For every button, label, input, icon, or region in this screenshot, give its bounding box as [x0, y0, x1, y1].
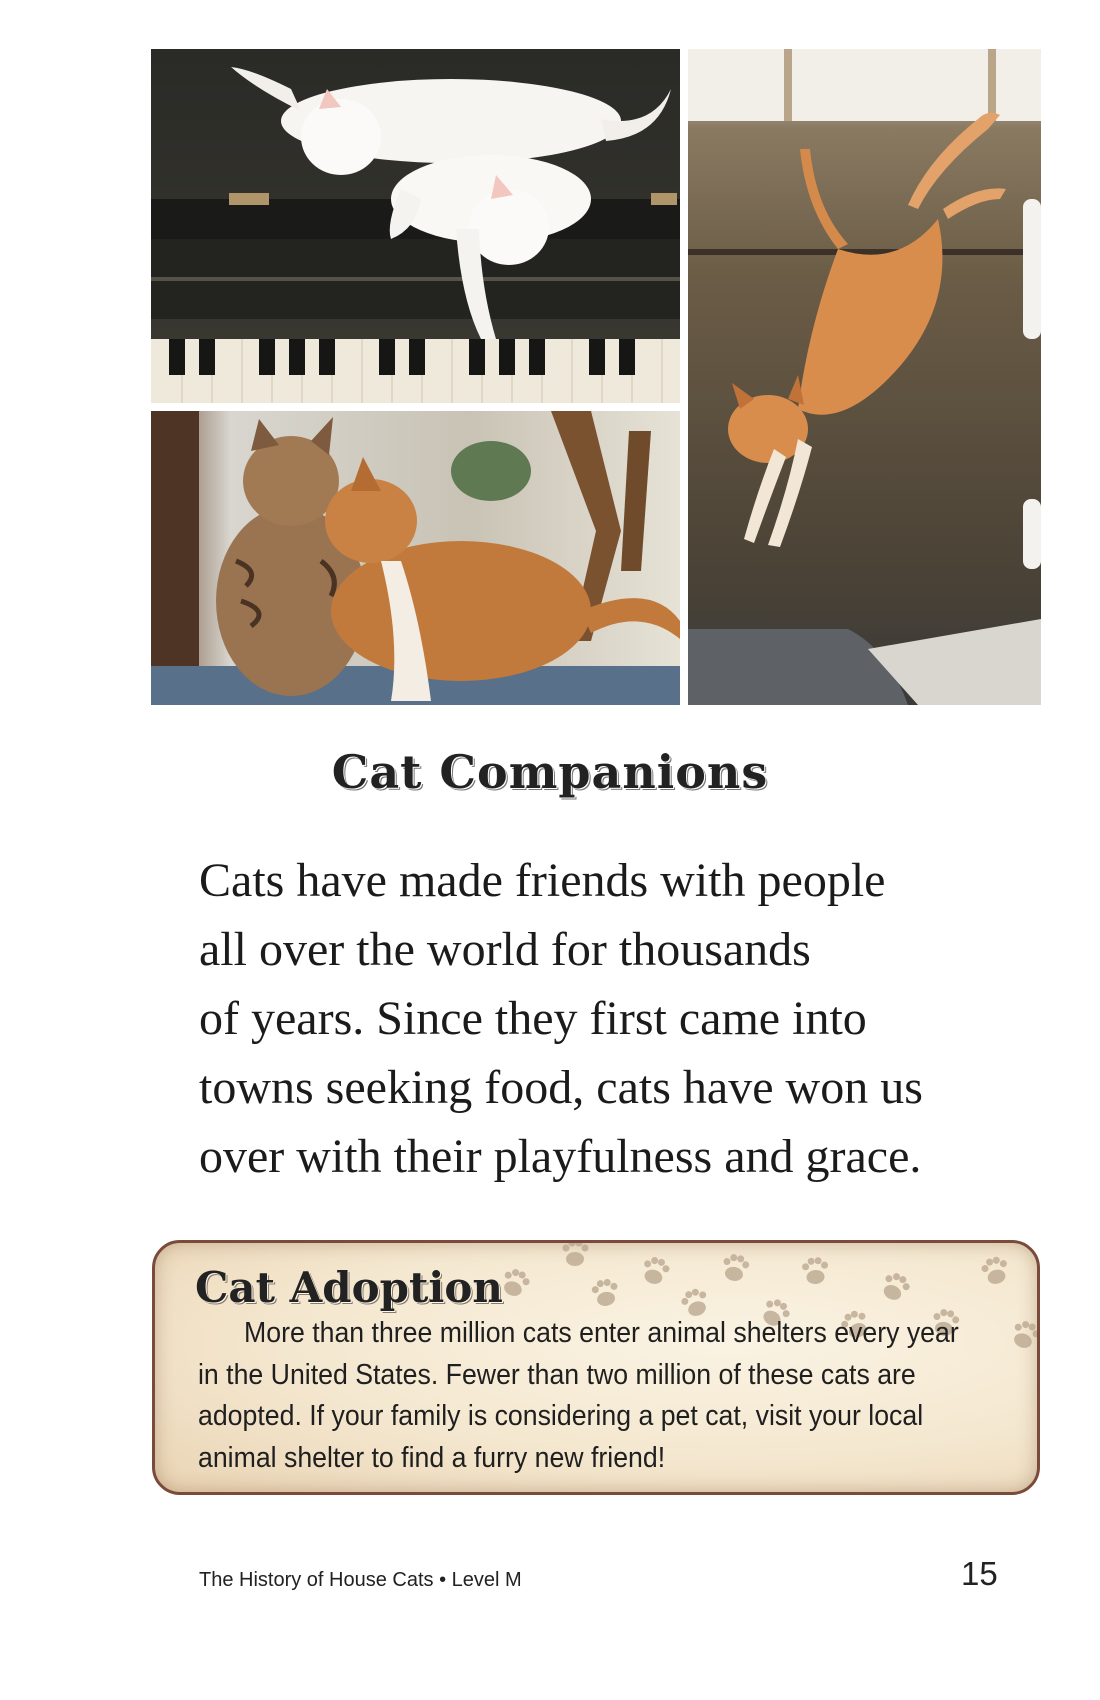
footer-book-title: The History of House Cats • Level M: [199, 1569, 522, 1591]
sidebar-line: in the United States. Fewer than two mil…: [198, 1358, 916, 1391]
section-heading: Cat Companions: [331, 745, 769, 799]
photo-white-kittens-on-piano: [151, 49, 680, 403]
photo-orange-kitten-jumping: [688, 49, 1041, 705]
body-line: over with their playfulness and grace.: [199, 1130, 922, 1183]
body-line: Cats have made friends with people: [199, 854, 886, 907]
body-line: of years. Since they first came into: [199, 992, 867, 1045]
body-line: towns seeking food, cats have won us: [199, 1061, 923, 1114]
body-paragraph: Cats have made friends with people all o…: [199, 846, 1019, 1191]
sidebar-line: adopted. If your family is considering a…: [198, 1400, 924, 1432]
photo-collage: [151, 49, 1041, 705]
sidebar-line: animal shelter to find a furry new frien…: [198, 1441, 666, 1474]
adoption-sidebar: Cat Adoption More than three million cat…: [152, 1240, 1040, 1495]
photo-tabby-and-orange-cat: [151, 411, 680, 705]
page-number: 15: [961, 1555, 998, 1592]
sidebar-paragraph: More than three million cats enter anima…: [198, 1313, 962, 1479]
sidebar-line: More than three million cats enter anima…: [244, 1317, 959, 1349]
body-line: all over the world for thousands: [199, 923, 811, 976]
sidebar-heading: Cat Adoption: [195, 1263, 503, 1312]
